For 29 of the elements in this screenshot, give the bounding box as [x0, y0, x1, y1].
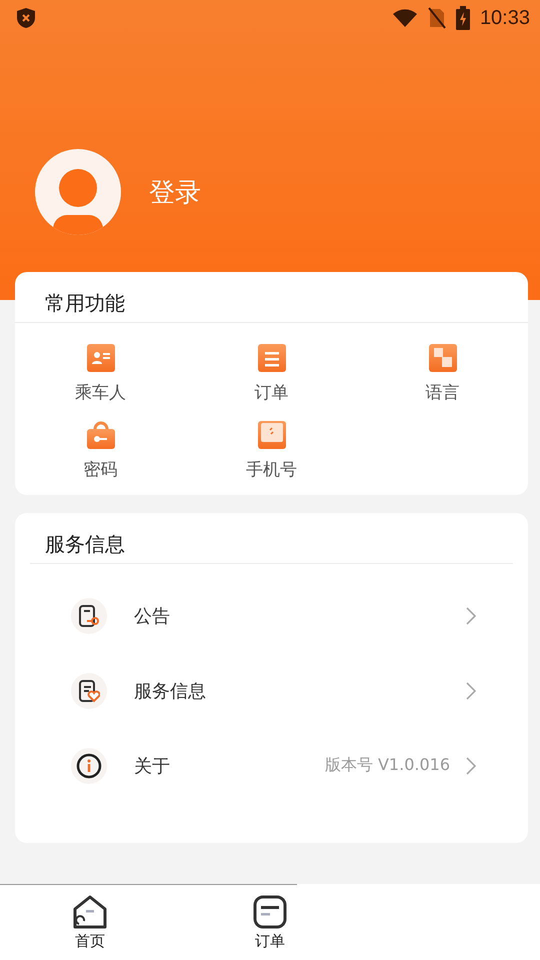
- nav-tab[interactable]: 首页: [0, 884, 180, 960]
- document-icon: [252, 894, 288, 930]
- function-item[interactable]: 密码: [15, 420, 186, 481]
- chevron-right-icon: [466, 756, 476, 774]
- function-item[interactable]: 订单: [186, 343, 357, 404]
- wifi-icon: [392, 8, 418, 28]
- function-item[interactable]: 乘车人: [15, 343, 186, 404]
- info-icon: [76, 752, 102, 778]
- menu-row[interactable]: 服务信息: [15, 653, 528, 728]
- document-key-icon: [78, 604, 100, 628]
- status-time: 10:33: [480, 6, 530, 30]
- function-item[interactable]: 语言: [357, 343, 528, 404]
- clipboard-icon: [258, 343, 286, 373]
- nav-tab[interactable]: 订单: [180, 884, 360, 960]
- chevron-right-icon: [466, 682, 476, 700]
- section-title: 常用功能: [44, 290, 126, 317]
- shield-icon: [16, 7, 36, 29]
- phone-icon: [258, 420, 286, 450]
- function-item[interactable]: 手机号: [186, 420, 357, 481]
- home-icon: [71, 894, 109, 930]
- document-heart-icon: [78, 678, 100, 702]
- battery-charging-icon: [456, 6, 470, 30]
- menu-row[interactable]: 公告: [15, 578, 528, 653]
- no-sim-icon: [428, 7, 446, 29]
- section-title: 服务信息: [44, 531, 126, 558]
- contact-card-icon: [86, 343, 114, 373]
- menu-row[interactable]: 关于 版本号 V1.0.016: [15, 728, 528, 803]
- chevron-right-icon: [466, 606, 476, 624]
- lock-icon: [86, 420, 114, 450]
